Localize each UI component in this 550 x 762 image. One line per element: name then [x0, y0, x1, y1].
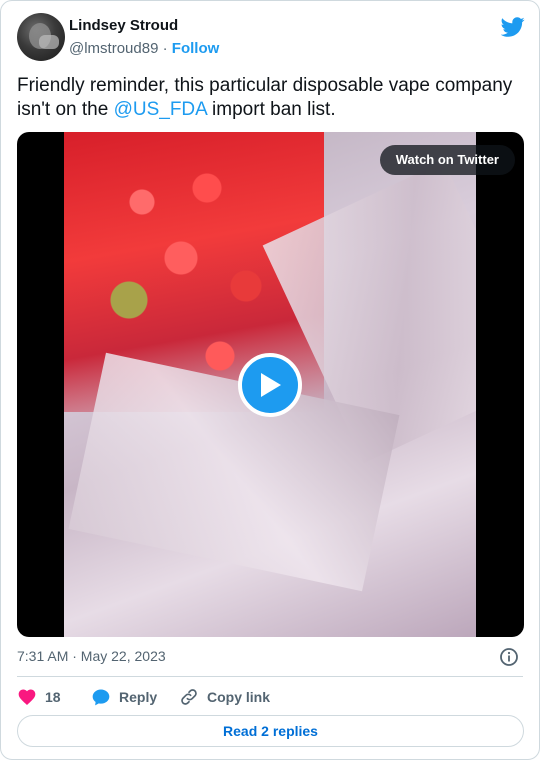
tweet-text-after: import ban list.: [206, 99, 336, 120]
author-handle[interactable]: @lmstroud89: [69, 40, 158, 57]
twitter-bird-icon[interactable]: [501, 15, 525, 39]
copy-link-button[interactable]: Copy link: [179, 685, 270, 709]
heart-icon: [18, 689, 36, 705]
follow-link[interactable]: Follow: [172, 40, 220, 57]
tweet-text: Friendly reminder, this particular dispo…: [17, 74, 517, 122]
copy-link-label: Copy link: [207, 689, 271, 705]
tweet-header: Lindsey Stroud @lmstroud89 · Follow: [17, 13, 525, 61]
read-replies-button[interactable]: Read 2 replies: [17, 715, 524, 747]
handle-separator: ·: [162, 40, 168, 57]
avatar[interactable]: [17, 13, 65, 61]
like-button[interactable]: 18: [17, 685, 61, 709]
divider: [17, 676, 523, 677]
tweet-card: Lindsey Stroud @lmstroud89 · Follow Frie…: [0, 0, 540, 760]
play-button[interactable]: [238, 353, 302, 417]
video-player[interactable]: Watch on Twitter: [17, 132, 524, 637]
watch-on-twitter-button[interactable]: Watch on Twitter: [379, 145, 515, 175]
info-icon[interactable]: [499, 647, 519, 667]
avatar-hand: [39, 35, 59, 49]
link-icon: [181, 689, 197, 705]
tweet-timestamp[interactable]: 7:31 AM · May 22, 2023: [17, 648, 166, 664]
mention-link[interactable]: @US_FDA: [114, 99, 207, 120]
like-count: 18: [45, 689, 61, 705]
reply-label: Reply: [119, 689, 158, 705]
reply-bubble-icon: [92, 689, 110, 706]
author-name[interactable]: Lindsey Stroud: [69, 17, 178, 34]
author-handle-row: @lmstroud89 · Follow: [69, 40, 219, 57]
reply-button[interactable]: Reply: [91, 685, 157, 709]
tweet-actions: 18 Reply Copy link: [17, 685, 517, 709]
play-icon: [261, 373, 281, 397]
